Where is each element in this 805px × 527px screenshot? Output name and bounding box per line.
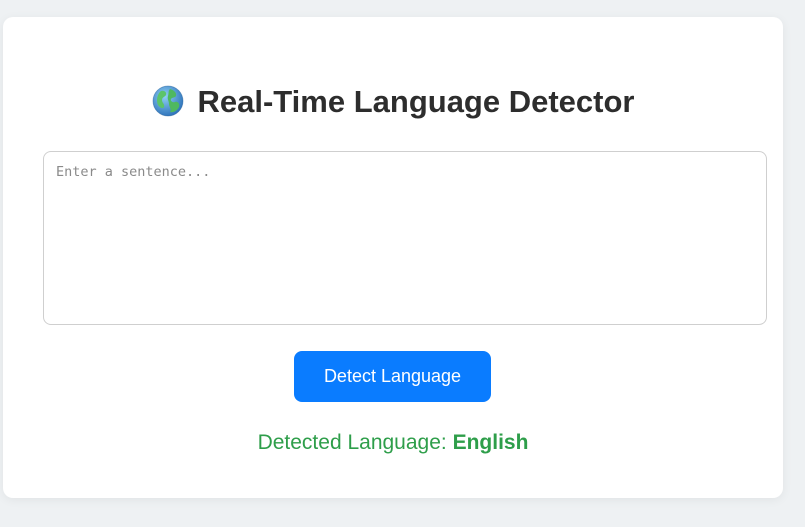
page-title: Real-Time Language Detector — [3, 83, 783, 121]
result-label: Detected Language: — [257, 431, 447, 454]
sentence-input[interactable] — [43, 151, 767, 325]
detector-card: Real-Time Language Detector Detect Langu… — [3, 17, 783, 498]
detection-result: Detected Language: English — [3, 431, 783, 455]
detect-language-button[interactable]: Detect Language — [294, 351, 491, 402]
globe-icon — [152, 85, 184, 117]
page-title-text: Real-Time Language Detector — [197, 84, 635, 119]
detected-language: English — [452, 431, 529, 454]
